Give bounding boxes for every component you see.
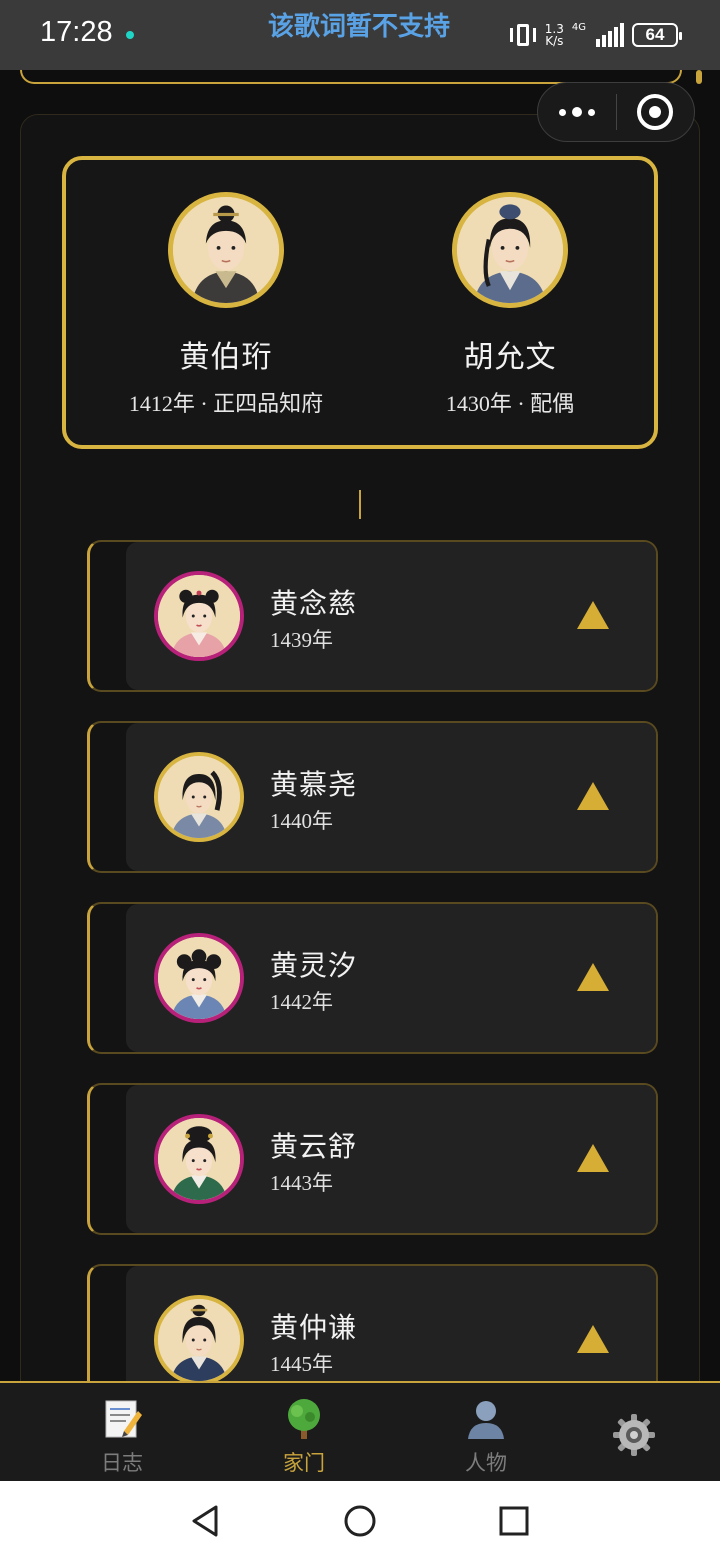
net-speed-unit: K/s xyxy=(545,34,564,48)
spouse-name: 胡允文 xyxy=(463,341,557,374)
lyrics-ticker: 该歌词暂不支持 xyxy=(268,12,451,42)
bottom-tab-bar: 日志 家门 人物 xyxy=(0,1381,720,1481)
tab-label: 家门 xyxy=(283,1451,325,1475)
child-name: 黄云舒 xyxy=(270,1132,358,1163)
head-portrait xyxy=(168,192,284,308)
spouse-meta: 1430年 · 配偶 xyxy=(445,391,575,416)
female-portrait-icon xyxy=(158,937,240,1019)
child-card[interactable]: 黄云舒 1443年 xyxy=(87,1083,658,1235)
expand-triangle-icon[interactable] xyxy=(576,600,610,630)
tab-family[interactable]: 家门 xyxy=(244,1393,364,1477)
expand-triangle-icon[interactable] xyxy=(576,1324,610,1354)
male-portrait-icon xyxy=(158,756,240,838)
head-name: 黄伯珩 xyxy=(179,341,273,374)
child-portrait xyxy=(154,571,244,661)
battery-level: 64 xyxy=(645,25,665,44)
spouse-portrait xyxy=(452,192,568,308)
gear-icon xyxy=(612,1413,656,1457)
expand-triangle-icon[interactable] xyxy=(576,1143,610,1173)
vibrate-icon xyxy=(509,22,537,48)
child-name: 黄灵汐 xyxy=(270,951,358,982)
app-content[interactable]: 黄伯珩 1412年 · 正四品知府 胡允文 1430年 · 配偶 黄念慈 143… xyxy=(0,70,720,1382)
tab-settings[interactable] xyxy=(574,1393,694,1477)
target-icon xyxy=(637,94,674,130)
home-icon[interactable] xyxy=(342,1503,378,1539)
couple-card[interactable]: 黄伯珩 1412年 · 正四品知府 胡允文 1430年 · 配偶 xyxy=(62,156,658,449)
more-menu-button[interactable] xyxy=(538,83,616,141)
recent-apps-icon[interactable] xyxy=(496,1503,532,1539)
person-icon xyxy=(464,1397,508,1441)
child-name: 黄仲谦 xyxy=(270,1313,358,1344)
male-portrait-icon xyxy=(457,197,563,303)
male-portrait-icon xyxy=(158,1299,240,1381)
expand-triangle-icon[interactable] xyxy=(576,962,610,992)
male-portrait-icon xyxy=(173,197,279,303)
spouse[interactable]: 胡允文 1430年 · 配偶 xyxy=(380,192,640,418)
child-birth-year: 1443年 xyxy=(270,1171,333,1195)
family-head[interactable]: 黄伯珩 1412年 · 正四品知府 xyxy=(96,192,356,418)
scrollbar[interactable] xyxy=(696,70,702,84)
child-portrait xyxy=(154,933,244,1023)
child-card[interactable]: 黄慕尧 1440年 xyxy=(87,721,658,873)
child-birth-year: 1445年 xyxy=(270,1352,333,1376)
tree-connector xyxy=(359,490,361,519)
signal-icon xyxy=(596,23,624,47)
head-meta: 1412年 · 正四品知府 xyxy=(128,391,324,416)
back-icon[interactable] xyxy=(188,1503,224,1539)
tab-characters[interactable]: 人物 xyxy=(426,1393,546,1477)
status-bar: 17:28 该歌词暂不支持 1.3 K/s 4G 64 xyxy=(0,0,720,70)
child-portrait xyxy=(154,1295,244,1382)
network-type: 4G xyxy=(571,21,586,33)
child-birth-year: 1439年 xyxy=(270,628,333,652)
child-name: 黄慕尧 xyxy=(270,770,358,801)
female-portrait-icon xyxy=(158,1118,240,1200)
tab-journal[interactable]: 日志 xyxy=(62,1393,182,1477)
close-miniprogram-button[interactable] xyxy=(617,83,695,141)
child-portrait xyxy=(154,752,244,842)
notification-dot-icon xyxy=(126,31,134,39)
clock: 17:28 xyxy=(40,16,113,48)
expand-triangle-icon[interactable] xyxy=(576,781,610,811)
female-portrait-icon xyxy=(158,575,240,657)
system-navigation-bar xyxy=(0,1481,720,1560)
child-card[interactable]: 黄灵汐 1442年 xyxy=(87,902,658,1054)
child-portrait xyxy=(154,1114,244,1204)
child-card[interactable]: 黄念慈 1439年 xyxy=(87,540,658,692)
child-birth-year: 1442年 xyxy=(270,990,333,1014)
status-icons: 1.3 K/s 4G 64 xyxy=(509,20,682,50)
child-card[interactable]: 黄仲谦 1445年 xyxy=(87,1264,658,1382)
memo-icon xyxy=(100,1397,144,1441)
miniprogram-capsule xyxy=(537,82,695,142)
network-speed: 1.3 K/s xyxy=(545,23,564,47)
battery-icon: 64 xyxy=(632,23,682,47)
child-birth-year: 1440年 xyxy=(270,809,333,833)
child-name: 黄念慈 xyxy=(270,589,358,620)
tab-label: 日志 xyxy=(101,1451,143,1475)
tree-icon xyxy=(282,1397,326,1441)
tab-label: 人物 xyxy=(465,1451,507,1475)
